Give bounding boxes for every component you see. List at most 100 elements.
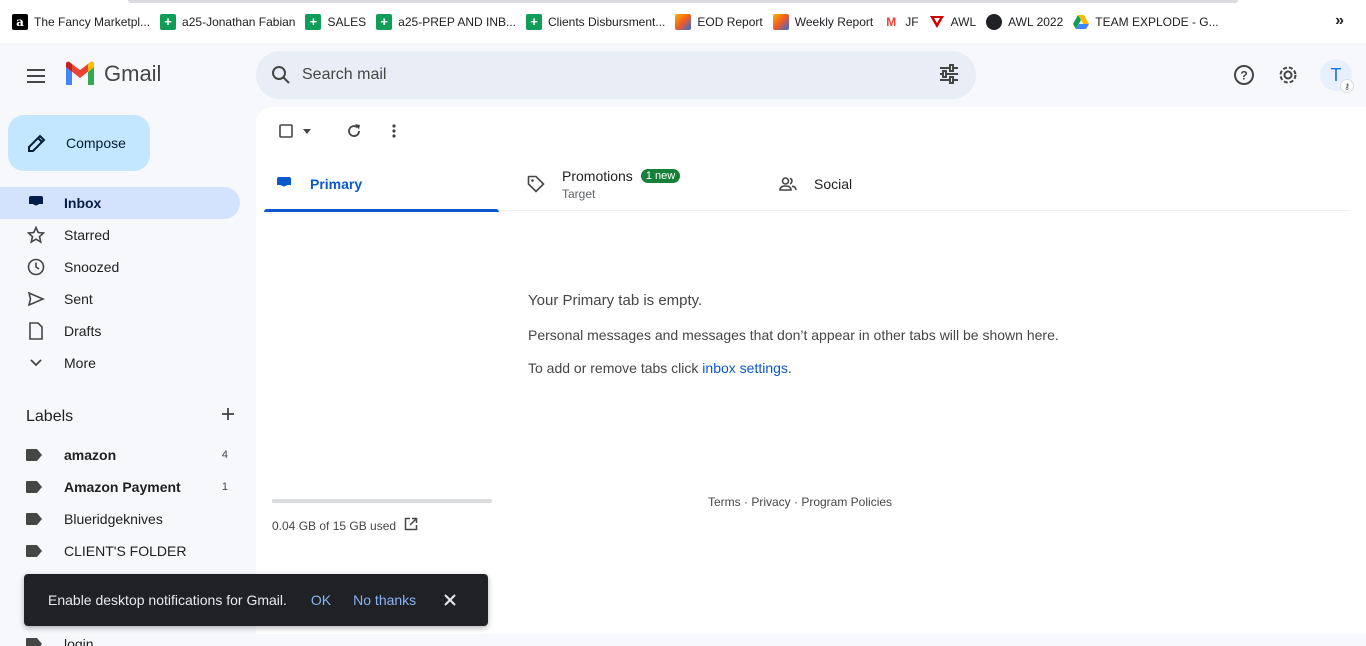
awl-icon — [928, 13, 945, 30]
bookmarks-overflow-button[interactable]: » — [1335, 12, 1344, 30]
close-icon[interactable] — [442, 592, 458, 608]
pencil-icon — [28, 134, 46, 152]
search-bar[interactable] — [256, 51, 976, 99]
tab-promotions[interactable]: Promotions 1 new Target — [526, 157, 681, 211]
help-icon[interactable]: ? — [1231, 62, 1257, 88]
label-item-login[interactable]: login — [26, 636, 94, 646]
tab-social[interactable]: Social — [778, 157, 852, 211]
inbox-icon — [26, 193, 46, 213]
gmail-m-icon — [66, 61, 94, 85]
label-item-blueridgeknives[interactable]: Blueridgeknives — [0, 503, 240, 535]
search-input[interactable] — [302, 66, 902, 84]
sheets-icon: + — [526, 13, 542, 30]
storage-text: 0.04 GB of 15 GB used — [272, 518, 397, 533]
bookmark-item[interactable]: + SALES — [303, 8, 374, 36]
main-menu-button[interactable] — [20, 60, 52, 92]
bookmark-item[interactable]: AWL 2022 — [984, 8, 1071, 36]
empty-state: Your Primary tab is empty. Personal mess… — [528, 292, 1059, 393]
report-icon — [772, 13, 789, 30]
promotions-sender: Target — [562, 186, 596, 201]
storage-usage: 0.04 GB of 15 GB used — [272, 499, 492, 534]
bookmark-item[interactable]: + a25-Jonathan Fabian — [158, 8, 303, 36]
labels-list: amazon 4 Amazon Payment 1 Blueridgeknive… — [0, 439, 240, 567]
search-icon[interactable] — [270, 64, 292, 86]
inbox-icon — [274, 174, 294, 194]
label-item-amazon-payment[interactable]: Amazon Payment 1 — [0, 471, 240, 503]
main-panel: Primary Promotions 1 new Target Social Y… — [256, 107, 1366, 634]
snackbar-message: Enable desktop notifications for Gmail. — [48, 592, 287, 608]
empty-state-message: Personal messages and messages that don’… — [528, 327, 1059, 343]
label-icon — [26, 513, 42, 525]
svg-text:?: ? — [1240, 69, 1247, 83]
footer-links[interactable]: Terms · Privacy · Program Policies — [708, 495, 892, 509]
globe-icon — [986, 13, 1003, 30]
storage-fill — [272, 499, 275, 503]
key-icon: ⚷ — [1340, 79, 1354, 93]
sidebar-item-snoozed[interactable]: Snoozed — [0, 251, 240, 283]
tab-primary[interactable]: Primary — [264, 157, 499, 212]
bookmark-item[interactable]: M JF — [881, 8, 926, 36]
category-tabs: Primary Promotions 1 new Target Social — [264, 157, 1350, 212]
empty-state-title: Your Primary tab is empty. — [528, 292, 703, 309]
label-item-amazon[interactable]: amazon 4 — [0, 439, 240, 471]
star-icon — [26, 225, 46, 245]
add-label-icon[interactable] — [220, 406, 236, 427]
amazon-icon: a — [12, 13, 28, 30]
more-options-icon[interactable] — [380, 121, 408, 141]
sidebar-item-inbox[interactable]: Inbox — [0, 187, 240, 219]
new-count-badge: 1 new — [640, 168, 681, 183]
external-link-icon[interactable] — [404, 517, 418, 534]
chevron-down-icon — [26, 353, 46, 373]
storage-bar — [272, 499, 492, 503]
sheets-icon: + — [160, 13, 177, 30]
label-icon — [26, 638, 42, 646]
sidebar-item-more[interactable]: More — [0, 347, 240, 379]
bookmarks-bar: a The Fancy Marketpl... + a25-Jonathan Fab… — [0, 0, 1366, 43]
snackbar-no-thanks-button[interactable]: No thanks — [353, 592, 416, 608]
report-icon — [675, 13, 692, 30]
bookmark-item[interactable]: Weekly Report — [771, 8, 881, 36]
sidebar-item-drafts[interactable]: Drafts — [0, 315, 240, 347]
bookmark-item[interactable]: AWL — [927, 8, 985, 36]
gear-icon[interactable] — [1275, 62, 1301, 88]
label-count: 1 — [221, 481, 228, 493]
select-dropdown-icon[interactable] — [300, 121, 314, 141]
notification-snackbar: Enable desktop notifications for Gmail. … — [24, 574, 488, 626]
inbox-settings-link[interactable]: inbox settings — [702, 360, 788, 376]
app-name: Gmail — [104, 61, 162, 86]
people-icon — [778, 174, 798, 194]
label-count: 4 — [221, 449, 228, 461]
compose-button[interactable]: Compose — [8, 115, 150, 171]
sheets-icon: + — [305, 13, 322, 30]
bookmark-item[interactable]: TEAM EXPLODE - G... — [1071, 8, 1226, 36]
label-icon — [26, 545, 42, 557]
bookmark-item[interactable]: EOD Report — [673, 8, 770, 36]
snackbar-ok-button[interactable]: OK — [311, 592, 331, 608]
gmail-logo[interactable]: Gmail — [64, 61, 161, 87]
search-options-icon[interactable] — [938, 63, 960, 90]
clock-icon — [26, 257, 46, 277]
sidebar-item-sent[interactable]: Sent — [0, 283, 240, 315]
empty-state-hint: To add or remove tabs click inbox settin… — [528, 360, 792, 376]
active-tab-indicator — [264, 209, 499, 212]
drive-icon — [1073, 13, 1090, 30]
draft-icon — [26, 321, 46, 341]
bookmark-item[interactable]: + a25-PREP AND INB... — [374, 8, 524, 36]
bookmark-item[interactable]: a The Fancy Marketpl... — [10, 8, 158, 36]
sidebar-nav: Inbox Starred Snoozed Sent Drafts More — [0, 187, 240, 379]
label-item-clients-folder[interactable]: CLIENT'S FOLDER — [0, 535, 240, 567]
labels-heading: Labels — [26, 407, 74, 425]
refresh-icon[interactable] — [340, 121, 368, 141]
labels-header: Labels — [26, 406, 236, 427]
sidebar-item-starred[interactable]: Starred — [0, 219, 240, 251]
label-icon — [26, 449, 42, 461]
send-icon — [26, 289, 46, 309]
bookmark-item[interactable]: + Clients Disbursment... — [524, 8, 673, 36]
sheets-icon: + — [376, 13, 393, 30]
tab-strip-edge — [128, 0, 1238, 3]
mail-toolbar — [272, 121, 408, 141]
label-icon — [26, 481, 42, 493]
select-all-checkbox[interactable] — [272, 121, 300, 141]
tag-icon — [526, 174, 546, 194]
gmail-icon: M — [883, 13, 900, 30]
